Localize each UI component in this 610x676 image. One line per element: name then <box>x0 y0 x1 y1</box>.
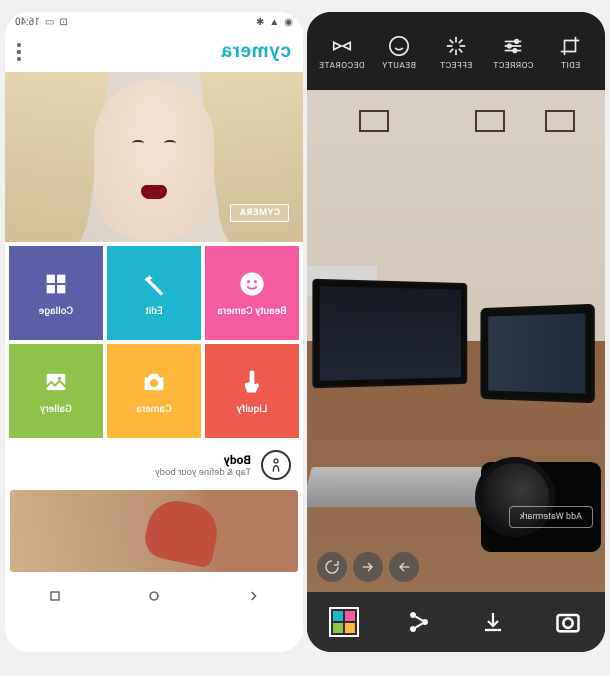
promo-row[interactable]: Body Tap & define your body <box>5 442 303 488</box>
tile-liquify[interactable]: Liquify <box>205 344 299 438</box>
camera-fill-icon <box>140 368 168 396</box>
tile-label: Collage <box>39 306 73 317</box>
wifi-icon: ◉ <box>284 17 293 28</box>
edit-nav <box>317 552 419 582</box>
overflow-menu-button[interactable] <box>17 43 21 61</box>
photo-editor-screen: EDIT CORRECT EFFECT BEAUTY DECORATE <box>307 12 605 652</box>
camera-outline-icon <box>554 608 582 636</box>
tile-label: Beauty Camera <box>217 306 286 317</box>
brand-logo: cymera <box>221 41 291 63</box>
android-nav-bar <box>5 578 303 618</box>
apps-grid-icon <box>329 607 359 637</box>
bluetooth-icon: ✱ <box>256 17 264 28</box>
home-softkey[interactable] <box>146 588 162 608</box>
sliders-icon <box>502 35 524 57</box>
tile-label: Gallery <box>40 404 72 415</box>
touch-icon <box>238 368 266 396</box>
smile-icon <box>388 35 410 57</box>
correct-tool[interactable]: CORRECT <box>485 24 542 82</box>
undo-button[interactable] <box>353 552 383 582</box>
battery-icon: ▭ <box>45 17 54 28</box>
watermark-label: Add Watermark <box>520 512 582 522</box>
gallery-icon <box>42 368 70 396</box>
status-bar: ◉ ▲ ✱ ⊡ ▭ 16:40 <box>5 12 303 32</box>
tile-label: Camera <box>136 404 171 415</box>
wand-icon <box>140 270 168 298</box>
tile-collage[interactable]: Collage <box>9 246 103 340</box>
editor-bottom-bar <box>307 592 605 652</box>
bowtie-icon <box>331 35 353 57</box>
edit-tool-label: EDIT <box>561 61 581 71</box>
share-button[interactable] <box>402 605 436 639</box>
alarm-icon: ⊡ <box>59 17 67 28</box>
tile-camera[interactable]: Camera <box>107 344 201 438</box>
signal-icon: ▲ <box>269 17 279 28</box>
tile-gallery[interactable]: Gallery <box>9 344 103 438</box>
reset-button[interactable] <box>317 552 347 582</box>
beauty-tool-label: BEAUTY <box>382 61 416 71</box>
hero-badge: CYMERA <box>230 204 289 222</box>
app-bar: cymera <box>5 32 303 72</box>
promo-subtitle: Tap & define your body <box>155 467 251 478</box>
tile-label: Liquify <box>237 404 268 415</box>
cymera-home-screen: ◉ ▲ ✱ ⊡ ▭ 16:40 cymera CYMERA Beauty Cam… <box>5 12 303 652</box>
redo-button[interactable] <box>389 552 419 582</box>
apps-button[interactable] <box>327 605 361 639</box>
effect-tool-label: EFFECT <box>440 61 473 71</box>
tile-label: Edit <box>145 306 162 317</box>
clock-text: 16:40 <box>15 17 40 28</box>
download-button[interactable] <box>476 605 510 639</box>
add-watermark-button[interactable]: Add Watermark <box>509 506 593 528</box>
correct-tool-label: CORRECT <box>493 61 534 71</box>
collage-icon <box>42 270 70 298</box>
hero-banner[interactable]: CYMERA <box>5 72 303 242</box>
share-icon <box>407 610 431 634</box>
promo-title: Body <box>155 453 251 467</box>
recapture-button[interactable] <box>551 605 585 639</box>
editor-toolbar: EDIT CORRECT EFFECT BEAUTY DECORATE <box>307 12 605 90</box>
smile-fill-icon <box>238 270 266 298</box>
download-icon <box>481 610 505 634</box>
beauty-tool[interactable]: BEAUTY <box>370 24 427 82</box>
tile-beauty-camera[interactable]: Beauty Camera <box>205 246 299 340</box>
decorate-tool[interactable]: DECORATE <box>313 24 370 82</box>
sparkle-icon <box>445 35 467 57</box>
effect-tool[interactable]: EFFECT <box>427 24 484 82</box>
feature-grid: Beauty Camera Edit Collage Liquify Camer… <box>5 242 303 442</box>
photo-viewport[interactable]: Add Watermark <box>307 90 605 592</box>
crop-icon <box>559 35 581 57</box>
back-softkey[interactable] <box>245 588 261 608</box>
decorate-tool-label: DECORATE <box>319 61 365 71</box>
bottom-banner[interactable] <box>10 490 298 572</box>
recents-softkey[interactable] <box>47 588 63 608</box>
tile-edit[interactable]: Edit <box>107 246 201 340</box>
edit-tool[interactable]: EDIT <box>542 24 599 82</box>
body-icon <box>261 450 291 480</box>
